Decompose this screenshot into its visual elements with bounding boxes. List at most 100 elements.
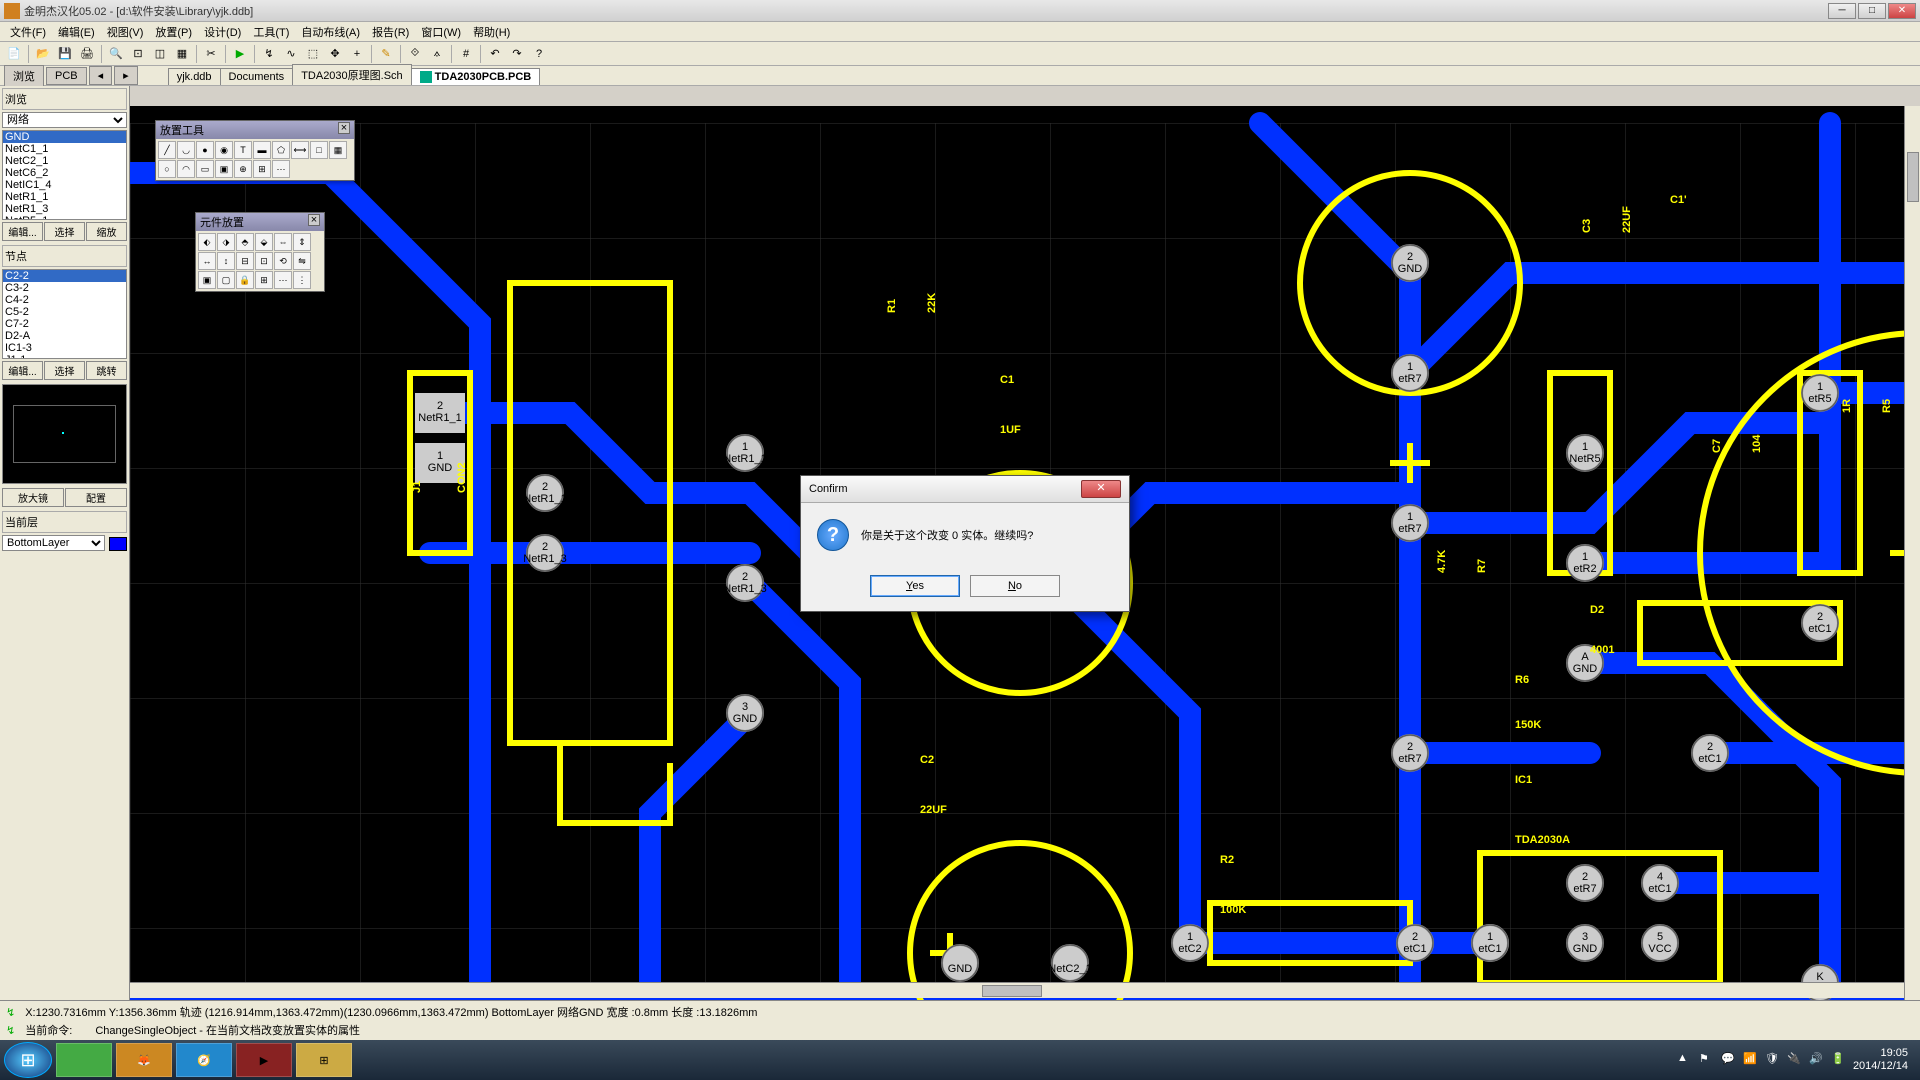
taskbar-app2[interactable]: 🦊 [116, 1043, 172, 1077]
net-item[interactable]: NetR1_1 [3, 191, 126, 203]
net-list[interactable]: GND NetC1_1 NetC2_1 NetC6_2 NetIC1_4 Net… [2, 130, 127, 220]
menu-tools[interactable]: 工具(T) [247, 22, 295, 42]
align-bottom-icon[interactable]: ⬙ [255, 233, 273, 251]
taskbar-clock[interactable]: 19:05 2014/12/14 [1853, 1047, 1908, 1073]
distribute-h-icon[interactable]: ⇔ [274, 233, 292, 251]
tab-pcb[interactable]: PCB [46, 67, 87, 85]
tray-chat-icon[interactable]: 💬 [1721, 1052, 1737, 1068]
tool-line-icon[interactable]: ╱ [158, 141, 176, 159]
room-icon[interactable]: ⊞ [255, 271, 273, 289]
doc-tab-ddb[interactable]: yjk.ddb [168, 68, 221, 85]
tool-arc2-icon[interactable]: ◠ [177, 160, 195, 178]
node-item[interactable]: J1-1 [3, 354, 126, 359]
net-item[interactable]: NetC2_1 [3, 155, 126, 167]
menu-file[interactable]: 文件(F) [4, 22, 52, 42]
menu-report[interactable]: 报告(R) [366, 22, 415, 42]
toolbox-close-icon[interactable]: × [338, 122, 350, 134]
grid-icon[interactable]: # [456, 44, 476, 64]
save-icon[interactable]: 💾 [55, 44, 75, 64]
node-list[interactable]: C2-2 C3-2 C4-2 C5-2 C7-2 D2-A IC1-3 J1-1 [2, 269, 127, 359]
align-left-icon[interactable]: ⬖ [198, 233, 216, 251]
zoom-select-icon[interactable]: ▦ [172, 44, 192, 64]
maximize-button[interactable]: □ [1858, 3, 1886, 19]
component-toolbox[interactable]: 元件放置× ⬖ ⬗ ⬘ ⬙ ⇔ ⇕ ↔ ↕ ⊟ ⊡ ⟲ ⇋ ▣ ▢ 🔒 ⊞ ⋯ … [195, 212, 325, 292]
net-item[interactable]: NetC1_1 [3, 143, 126, 155]
space-v-icon[interactable]: ↕ [217, 252, 235, 270]
zoom-in-icon[interactable]: 🔍 [106, 44, 126, 64]
current-layer-select[interactable]: BottomLayer [2, 535, 105, 551]
tray-vol-icon[interactable]: 🔊 [1809, 1052, 1825, 1068]
node-select-button[interactable]: 选择 [44, 361, 85, 380]
help-icon[interactable]: ? [529, 44, 549, 64]
tool-poly-icon[interactable]: ⬠ [272, 141, 290, 159]
tool-via-icon[interactable]: ◉ [215, 141, 233, 159]
node-edit-button[interactable]: 编辑... [2, 361, 43, 380]
net-edit-button[interactable]: 编辑... [2, 222, 43, 241]
drc2-icon[interactable]: ⟑ [427, 44, 447, 64]
layer-color-swatch[interactable] [109, 537, 127, 551]
tab-scroll-right[interactable]: ▸ [114, 66, 138, 85]
redo-icon[interactable]: ↷ [507, 44, 527, 64]
route-icon[interactable]: ↯ [259, 44, 279, 64]
tool-coord-icon[interactable]: ⊕ [234, 160, 252, 178]
hscroll-thumb[interactable] [982, 985, 1042, 997]
flip-icon[interactable]: ⇋ [293, 252, 311, 270]
lock-icon[interactable]: 🔒 [236, 271, 254, 289]
net-zoom-button[interactable]: 缩放 [86, 222, 127, 241]
more2-icon[interactable]: ⋯ [274, 271, 292, 289]
space-h-icon[interactable]: ↔ [198, 252, 216, 270]
yes-button[interactable]: Yes [870, 575, 960, 597]
tool-comp-icon[interactable]: ▣ [215, 160, 233, 178]
tab-scroll-left[interactable]: ◂ [89, 66, 113, 85]
place-icon[interactable]: + [347, 44, 367, 64]
tray-battery-icon[interactable]: 🔋 [1831, 1052, 1847, 1068]
start-button[interactable]: ⊞ [4, 1042, 52, 1078]
align-top-icon[interactable]: ⬘ [236, 233, 254, 251]
net-select-button[interactable]: 选择 [44, 222, 85, 241]
close-button[interactable]: ✕ [1888, 3, 1916, 19]
distribute-v-icon[interactable]: ⇕ [293, 233, 311, 251]
tab-browse[interactable]: 浏览 [4, 65, 44, 87]
rotate-icon[interactable]: ⟲ [274, 252, 292, 270]
node-item[interactable]: C3-2 [3, 282, 126, 294]
menu-autoroute[interactable]: 自动布线(A) [295, 22, 366, 42]
new-icon[interactable]: 📄 [4, 44, 24, 64]
config-button[interactable]: 配置 [65, 488, 127, 507]
magnify-button[interactable]: 放大镜 [2, 488, 64, 507]
center-h-icon[interactable]: ⊟ [236, 252, 254, 270]
route2-icon[interactable]: ∿ [281, 44, 301, 64]
drc-icon[interactable]: ⟐ [405, 44, 425, 64]
menu-design[interactable]: 设计(D) [198, 22, 247, 42]
net-item[interactable]: GND [3, 131, 126, 143]
tool-arc-icon[interactable]: ◡ [177, 141, 195, 159]
node-jump-button[interactable]: 跳转 [86, 361, 127, 380]
tool-fill-icon[interactable]: ▬ [253, 141, 271, 159]
run-icon[interactable]: ▶ [230, 44, 250, 64]
center-v-icon[interactable]: ⊡ [255, 252, 273, 270]
minimap[interactable] [2, 384, 127, 484]
group-icon[interactable]: ▣ [198, 271, 216, 289]
node-item[interactable]: C5-2 [3, 306, 126, 318]
menu-help[interactable]: 帮助(H) [467, 22, 516, 42]
tool-array-icon[interactable]: ⊞ [253, 160, 271, 178]
tray-up-icon[interactable]: ▲ [1677, 1052, 1693, 1068]
net-item[interactable]: NetIC1_4 [3, 179, 126, 191]
highlight-icon[interactable]: ✎ [376, 44, 396, 64]
no-button[interactable]: No [970, 575, 1060, 597]
taskbar-app4[interactable]: ▶ [236, 1043, 292, 1077]
tray-usb-icon[interactable]: 🔌 [1787, 1052, 1803, 1068]
net-item[interactable]: NetC6_2 [3, 167, 126, 179]
net-type-select[interactable]: 网络 [2, 112, 127, 128]
doc-tab-pcb[interactable]: TDA2030PCB.PCB [411, 68, 541, 85]
net-item[interactable]: NetR5_1 [3, 215, 126, 220]
scrollbar-thumb[interactable] [1907, 152, 1919, 202]
undo-icon[interactable]: ↶ [485, 44, 505, 64]
doc-tab-documents[interactable]: Documents [220, 68, 294, 85]
more3-icon[interactable]: ⋮ [293, 271, 311, 289]
taskbar-app3[interactable]: 🧭 [176, 1043, 232, 1077]
tool-rect-icon[interactable]: □ [310, 141, 328, 159]
node-item[interactable]: IC1-3 [3, 342, 126, 354]
open-icon[interactable]: 📂 [33, 44, 53, 64]
zoom-fit-icon[interactable]: ⊡ [128, 44, 148, 64]
node-item[interactable]: C4-2 [3, 294, 126, 306]
